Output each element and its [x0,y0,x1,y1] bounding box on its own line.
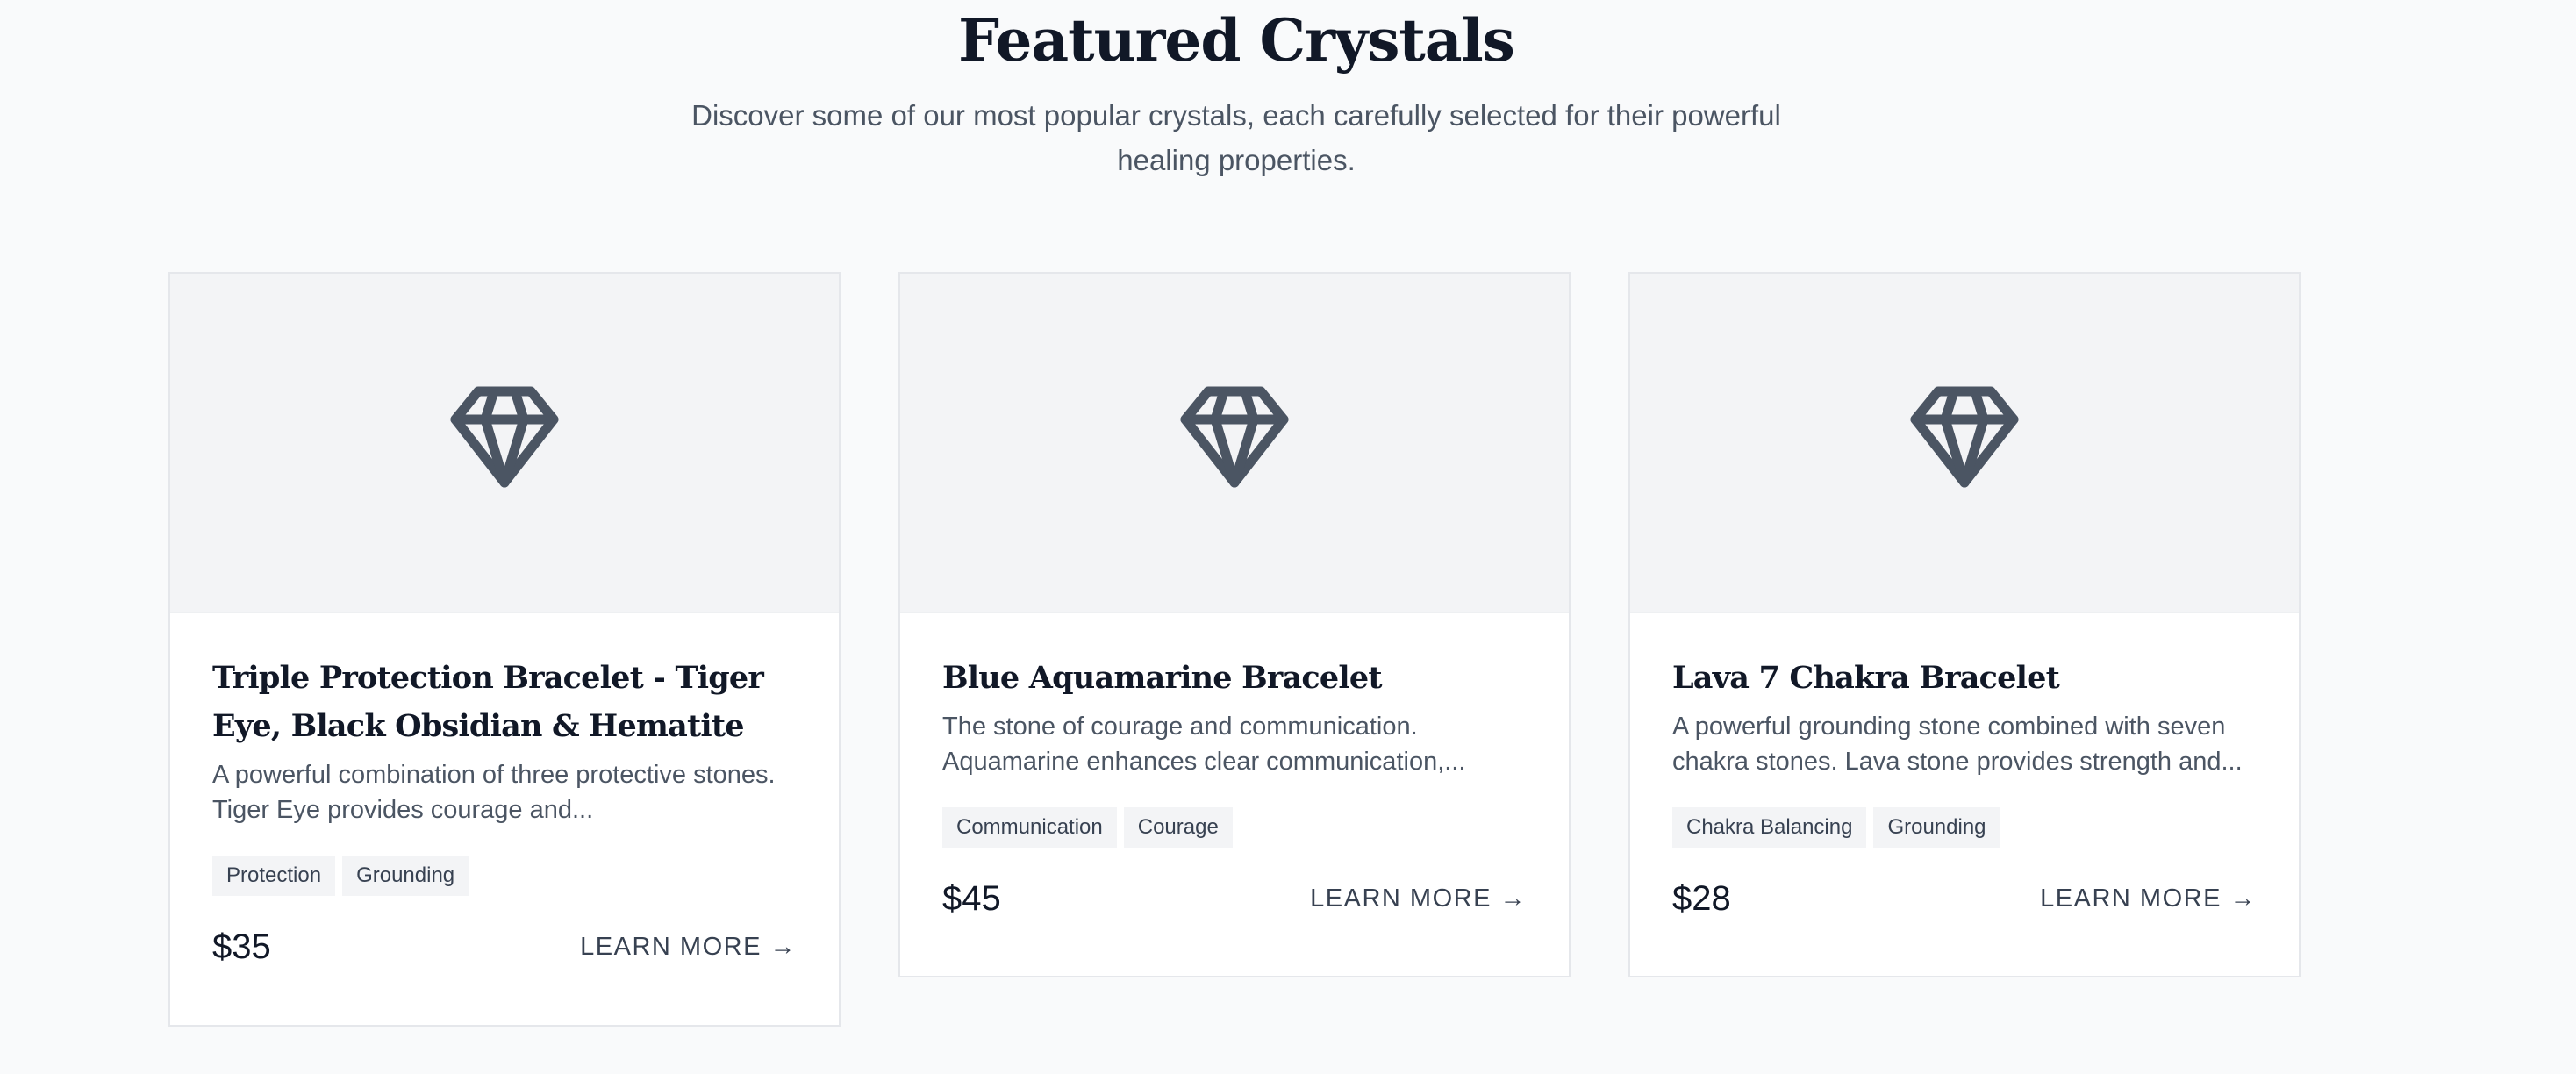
tag-courage: Courage [1123,807,1233,848]
tag-list: Protection Grounding [212,856,797,896]
product-card-lava-chakra[interactable]: Lava 7 Chakra Bracelet A powerful ground… [1628,272,2301,977]
gem-icon [1910,386,2019,492]
tag-chakra-balancing: Chakra Balancing [1672,807,1867,848]
product-card-blue-aquamarine[interactable]: Blue Aquamarine Bracelet The stone of co… [898,272,1571,977]
tag-protection: Protection [212,856,336,896]
card-description: A powerful combination of three protecti… [212,761,776,824]
tag-list: Chakra Balancing Grounding [1672,807,2257,848]
card-title: Blue Aquamarine Bracelet [942,660,1383,696]
card-description: A powerful grounding stone combined with… [1672,712,2243,776]
card-image [1630,274,2299,613]
price: $35 [212,927,271,966]
gem-icon [450,386,559,492]
section-subtitle: Discover some of our most popular crysta… [691,99,1781,176]
learn-more-link[interactable]: LEARN MORE → [1310,881,1527,916]
tag-communication: Communication [942,807,1117,848]
tag-list: Communication Courage [942,807,1527,848]
card-image [170,274,839,613]
price: $28 [1672,879,1731,918]
learn-more-link[interactable]: LEARN MORE → [580,929,797,964]
card-title: Triple Protection Bracelet - Tiger Eye, … [212,660,764,744]
section-header: Featured Crystals Discover some of our m… [0,0,2472,183]
section-title: Featured Crystals [958,6,1515,75]
tag-grounding: Grounding [1873,807,2000,848]
tag-grounding: Grounding [342,856,469,896]
card-footer: $35 LEARN MORE → [212,926,797,968]
card-footer: $45 LEARN MORE → [942,877,1527,920]
gem-icon [1180,386,1289,492]
card-description: The stone of courage and communication. … [942,712,1466,776]
card-image [900,274,1569,613]
price: $45 [942,879,1001,918]
card-title: Lava 7 Chakra Bracelet [1672,660,2060,696]
learn-more-link[interactable]: LEARN MORE → [2040,881,2257,916]
product-card-triple-protection[interactable]: Triple Protection Bracelet - Tiger Eye, … [168,272,841,1027]
card-footer: $28 LEARN MORE → [1672,877,2257,920]
